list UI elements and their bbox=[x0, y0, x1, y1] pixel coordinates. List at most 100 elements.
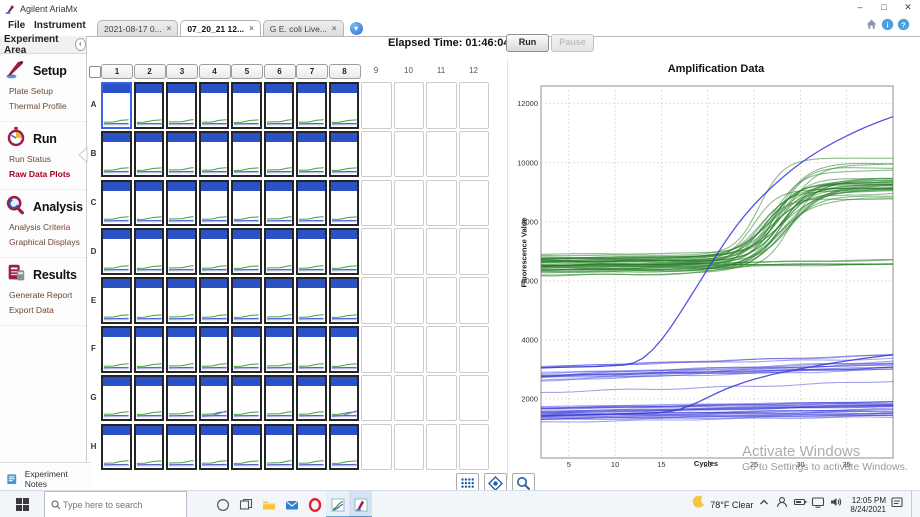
well-D11-empty[interactable] bbox=[426, 228, 457, 275]
well-F8[interactable] bbox=[328, 326, 359, 373]
column-header-7[interactable]: 7 bbox=[296, 64, 328, 79]
maximize-button[interactable]: □ bbox=[872, 0, 896, 16]
well-F9-empty[interactable] bbox=[361, 326, 392, 373]
well-H2[interactable] bbox=[133, 423, 164, 471]
tab-close-icon[interactable]: × bbox=[249, 24, 254, 33]
well-H1[interactable] bbox=[101, 423, 132, 471]
well-D2[interactable] bbox=[133, 228, 164, 275]
well-A8[interactable] bbox=[328, 82, 359, 129]
action-center-icon[interactable] bbox=[890, 495, 904, 514]
well-F2[interactable] bbox=[133, 326, 164, 373]
well-D9-empty[interactable] bbox=[361, 228, 392, 275]
well-B6[interactable] bbox=[263, 130, 294, 178]
well-D3[interactable] bbox=[166, 228, 197, 275]
well-F11-empty[interactable] bbox=[426, 326, 457, 373]
well-D6[interactable] bbox=[263, 228, 294, 275]
well-E6[interactable] bbox=[263, 277, 294, 324]
well-A2[interactable] bbox=[133, 82, 164, 129]
well-H6[interactable] bbox=[263, 423, 294, 471]
column-header-5[interactable]: 5 bbox=[231, 64, 263, 79]
weather-text[interactable]: 78°F Clear bbox=[710, 500, 753, 510]
hidden-icons-chevron[interactable] bbox=[757, 495, 771, 514]
battery-icon[interactable] bbox=[793, 495, 807, 514]
display-icon[interactable] bbox=[811, 495, 825, 514]
well-F3[interactable] bbox=[166, 326, 197, 373]
well-C5[interactable] bbox=[231, 179, 262, 227]
well-F5[interactable] bbox=[231, 326, 262, 373]
well-C9-empty[interactable] bbox=[361, 179, 392, 227]
well-G6[interactable] bbox=[263, 374, 294, 422]
well-F10-empty[interactable] bbox=[393, 326, 424, 373]
menu-file[interactable]: File bbox=[8, 20, 25, 31]
well-B9-empty[interactable] bbox=[361, 130, 392, 178]
tab-1[interactable]: 07_20_21 12... × bbox=[180, 20, 261, 36]
well-H8[interactable] bbox=[328, 423, 359, 471]
run-button[interactable]: Run bbox=[506, 34, 549, 52]
well-D5[interactable] bbox=[231, 228, 262, 275]
well-H11-empty[interactable] bbox=[426, 423, 457, 471]
well-F12-empty[interactable] bbox=[458, 326, 489, 373]
column-header-2[interactable]: 2 bbox=[133, 64, 166, 79]
well-C10-empty[interactable] bbox=[393, 179, 424, 227]
well-A3[interactable] bbox=[166, 82, 197, 129]
taskbar-search[interactable] bbox=[44, 491, 187, 517]
well-D7[interactable] bbox=[296, 228, 327, 275]
column-header-8[interactable]: 8 bbox=[328, 64, 361, 79]
info-icon[interactable]: i bbox=[881, 18, 894, 36]
sidebar-item-graphical-displays[interactable]: Graphical Displays bbox=[0, 234, 86, 249]
well-A7[interactable] bbox=[296, 82, 327, 129]
expand-tabs-button[interactable]: ▾ bbox=[349, 22, 363, 35]
show-desktop-button[interactable] bbox=[911, 491, 916, 517]
well-A9-empty[interactable] bbox=[361, 82, 392, 129]
column-header-6[interactable]: 6 bbox=[263, 64, 296, 79]
well-G8[interactable] bbox=[328, 374, 359, 422]
well-D10-empty[interactable] bbox=[393, 228, 424, 275]
volume-icon[interactable] bbox=[829, 495, 843, 514]
well-F4[interactable] bbox=[198, 326, 229, 373]
mail-button[interactable] bbox=[280, 491, 303, 517]
sidebar-item-thermal-profile[interactable]: Thermal Profile bbox=[0, 98, 86, 113]
well-H5[interactable] bbox=[231, 423, 262, 471]
well-C11-empty[interactable] bbox=[426, 179, 457, 227]
well-B11-empty[interactable] bbox=[426, 130, 457, 178]
well-B7[interactable] bbox=[296, 130, 327, 178]
well-G9-empty[interactable] bbox=[361, 374, 392, 422]
well-H7[interactable] bbox=[296, 423, 327, 471]
well-D4[interactable] bbox=[198, 228, 229, 275]
people-icon[interactable] bbox=[775, 495, 789, 514]
aria-app-active-button[interactable] bbox=[349, 491, 372, 517]
well-B4[interactable] bbox=[198, 130, 229, 178]
well-B5[interactable] bbox=[231, 130, 262, 178]
well-C2[interactable] bbox=[133, 179, 164, 227]
well-G11-empty[interactable] bbox=[426, 374, 457, 422]
well-F1[interactable] bbox=[101, 326, 132, 373]
sidebar-item-export-data[interactable]: Export Data bbox=[0, 302, 86, 317]
well-H3[interactable] bbox=[166, 423, 197, 471]
help-icon[interactable]: ? bbox=[897, 18, 910, 36]
well-G7[interactable] bbox=[296, 374, 327, 422]
sidebar-item-analysis-criteria[interactable]: Analysis Criteria bbox=[0, 219, 86, 234]
well-F7[interactable] bbox=[296, 326, 327, 373]
well-G1[interactable] bbox=[101, 374, 132, 422]
tab-0[interactable]: 2021-08-17 0... × bbox=[97, 20, 179, 36]
well-D12-empty[interactable] bbox=[458, 228, 489, 275]
well-C4[interactable] bbox=[198, 179, 229, 227]
minimize-button[interactable]: – bbox=[848, 0, 872, 16]
well-A12-empty[interactable] bbox=[458, 82, 489, 129]
well-A4[interactable] bbox=[198, 82, 229, 129]
well-C7[interactable] bbox=[296, 179, 327, 227]
well-C12-empty[interactable] bbox=[458, 179, 489, 227]
column-header-1[interactable]: 1 bbox=[101, 64, 133, 79]
well-B10-empty[interactable] bbox=[393, 130, 424, 178]
collapse-sidebar-icon[interactable]: ‹ bbox=[74, 38, 86, 51]
well-B1[interactable] bbox=[101, 130, 132, 178]
well-A6[interactable] bbox=[263, 82, 294, 129]
select-all-wells-checkbox[interactable] bbox=[89, 66, 101, 78]
tab-2[interactable]: G E. coli Live... × bbox=[262, 20, 344, 36]
well-E12-empty[interactable] bbox=[458, 277, 489, 324]
well-G2[interactable] bbox=[133, 374, 164, 422]
cortana-button[interactable] bbox=[211, 491, 234, 517]
task-view-button[interactable] bbox=[234, 491, 257, 517]
well-C3[interactable] bbox=[166, 179, 197, 227]
well-C1[interactable] bbox=[101, 179, 132, 227]
